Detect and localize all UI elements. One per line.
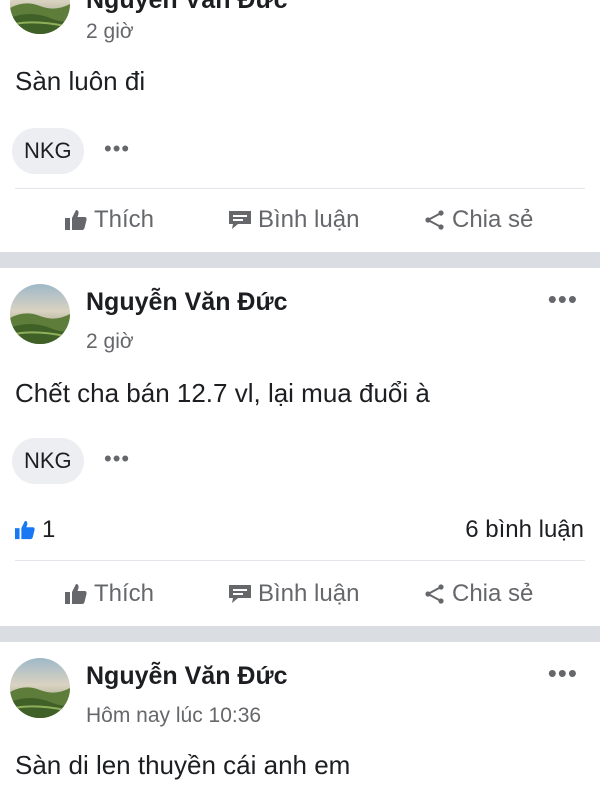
like-reaction-icon	[15, 520, 35, 540]
like-label: Thích	[94, 206, 155, 233]
post-time[interactable]: Hôm nay lúc 10:36	[86, 704, 261, 728]
share-label: Chia sẻ	[452, 580, 534, 607]
author-name[interactable]: Nguyễn Văn Đức	[86, 288, 287, 317]
comment-button[interactable]: Bình luận	[228, 574, 359, 614]
like-count: 1	[42, 516, 56, 543]
share-icon	[425, 584, 444, 604]
post-content: Sàn luôn đi	[15, 66, 146, 96]
stock-tag[interactable]: NKG	[12, 128, 84, 174]
thumbs-up-icon	[65, 210, 87, 230]
author-name[interactable]: Nguyễn Văn Đức	[86, 0, 287, 15]
post-3: Nguyễn Văn Đức Hôm nay lúc 10:36 ••• Sàn…	[0, 642, 600, 800]
author-name[interactable]: Nguyễn Văn Đức	[86, 662, 287, 691]
comment-count-link[interactable]: 6 bình luận	[465, 516, 584, 544]
avatar[interactable]	[10, 658, 70, 718]
more-options-icon[interactable]: •••	[548, 286, 578, 312]
more-options-icon[interactable]: •••	[548, 660, 578, 686]
post-time[interactable]: 2 giờ	[86, 330, 134, 354]
like-button[interactable]: Thích	[64, 200, 154, 240]
post-content: Sàn di len thuyền cái anh em	[15, 750, 351, 780]
share-button[interactable]: Chia sẻ	[424, 574, 533, 614]
avatar[interactable]	[10, 284, 70, 344]
like-label: Thích	[94, 580, 155, 607]
comment-icon	[229, 585, 251, 603]
more-options-icon[interactable]: •••	[104, 446, 130, 472]
post-separator	[0, 252, 600, 268]
post-time[interactable]: 2 giờ	[86, 20, 134, 44]
post-content: Chết cha bán 12.7 vl, lại mua đuổi à	[15, 378, 430, 408]
more-options-icon[interactable]: •••	[104, 136, 130, 162]
comment-icon	[229, 211, 251, 229]
comment-label: Bình luận	[258, 580, 360, 607]
share-button[interactable]: Chia sẻ	[424, 200, 533, 240]
post-1: Nguyễn Văn Đức 2 giờ Sàn luôn đi NKG •••…	[0, 0, 600, 252]
thumbs-up-icon	[65, 584, 87, 604]
divider	[15, 560, 585, 561]
reaction-summary[interactable]: 1	[14, 516, 55, 544]
post-separator	[0, 626, 600, 642]
divider	[15, 188, 585, 189]
comment-label: Bình luận	[258, 206, 360, 233]
share-label: Chia sẻ	[452, 206, 534, 233]
like-button[interactable]: Thích	[64, 574, 154, 614]
post-2: Nguyễn Văn Đức 2 giờ ••• Chết cha bán 12…	[0, 268, 600, 626]
share-icon	[425, 210, 444, 230]
avatar[interactable]	[10, 0, 70, 34]
comment-button[interactable]: Bình luận	[228, 200, 359, 240]
stock-tag[interactable]: NKG	[12, 438, 84, 484]
